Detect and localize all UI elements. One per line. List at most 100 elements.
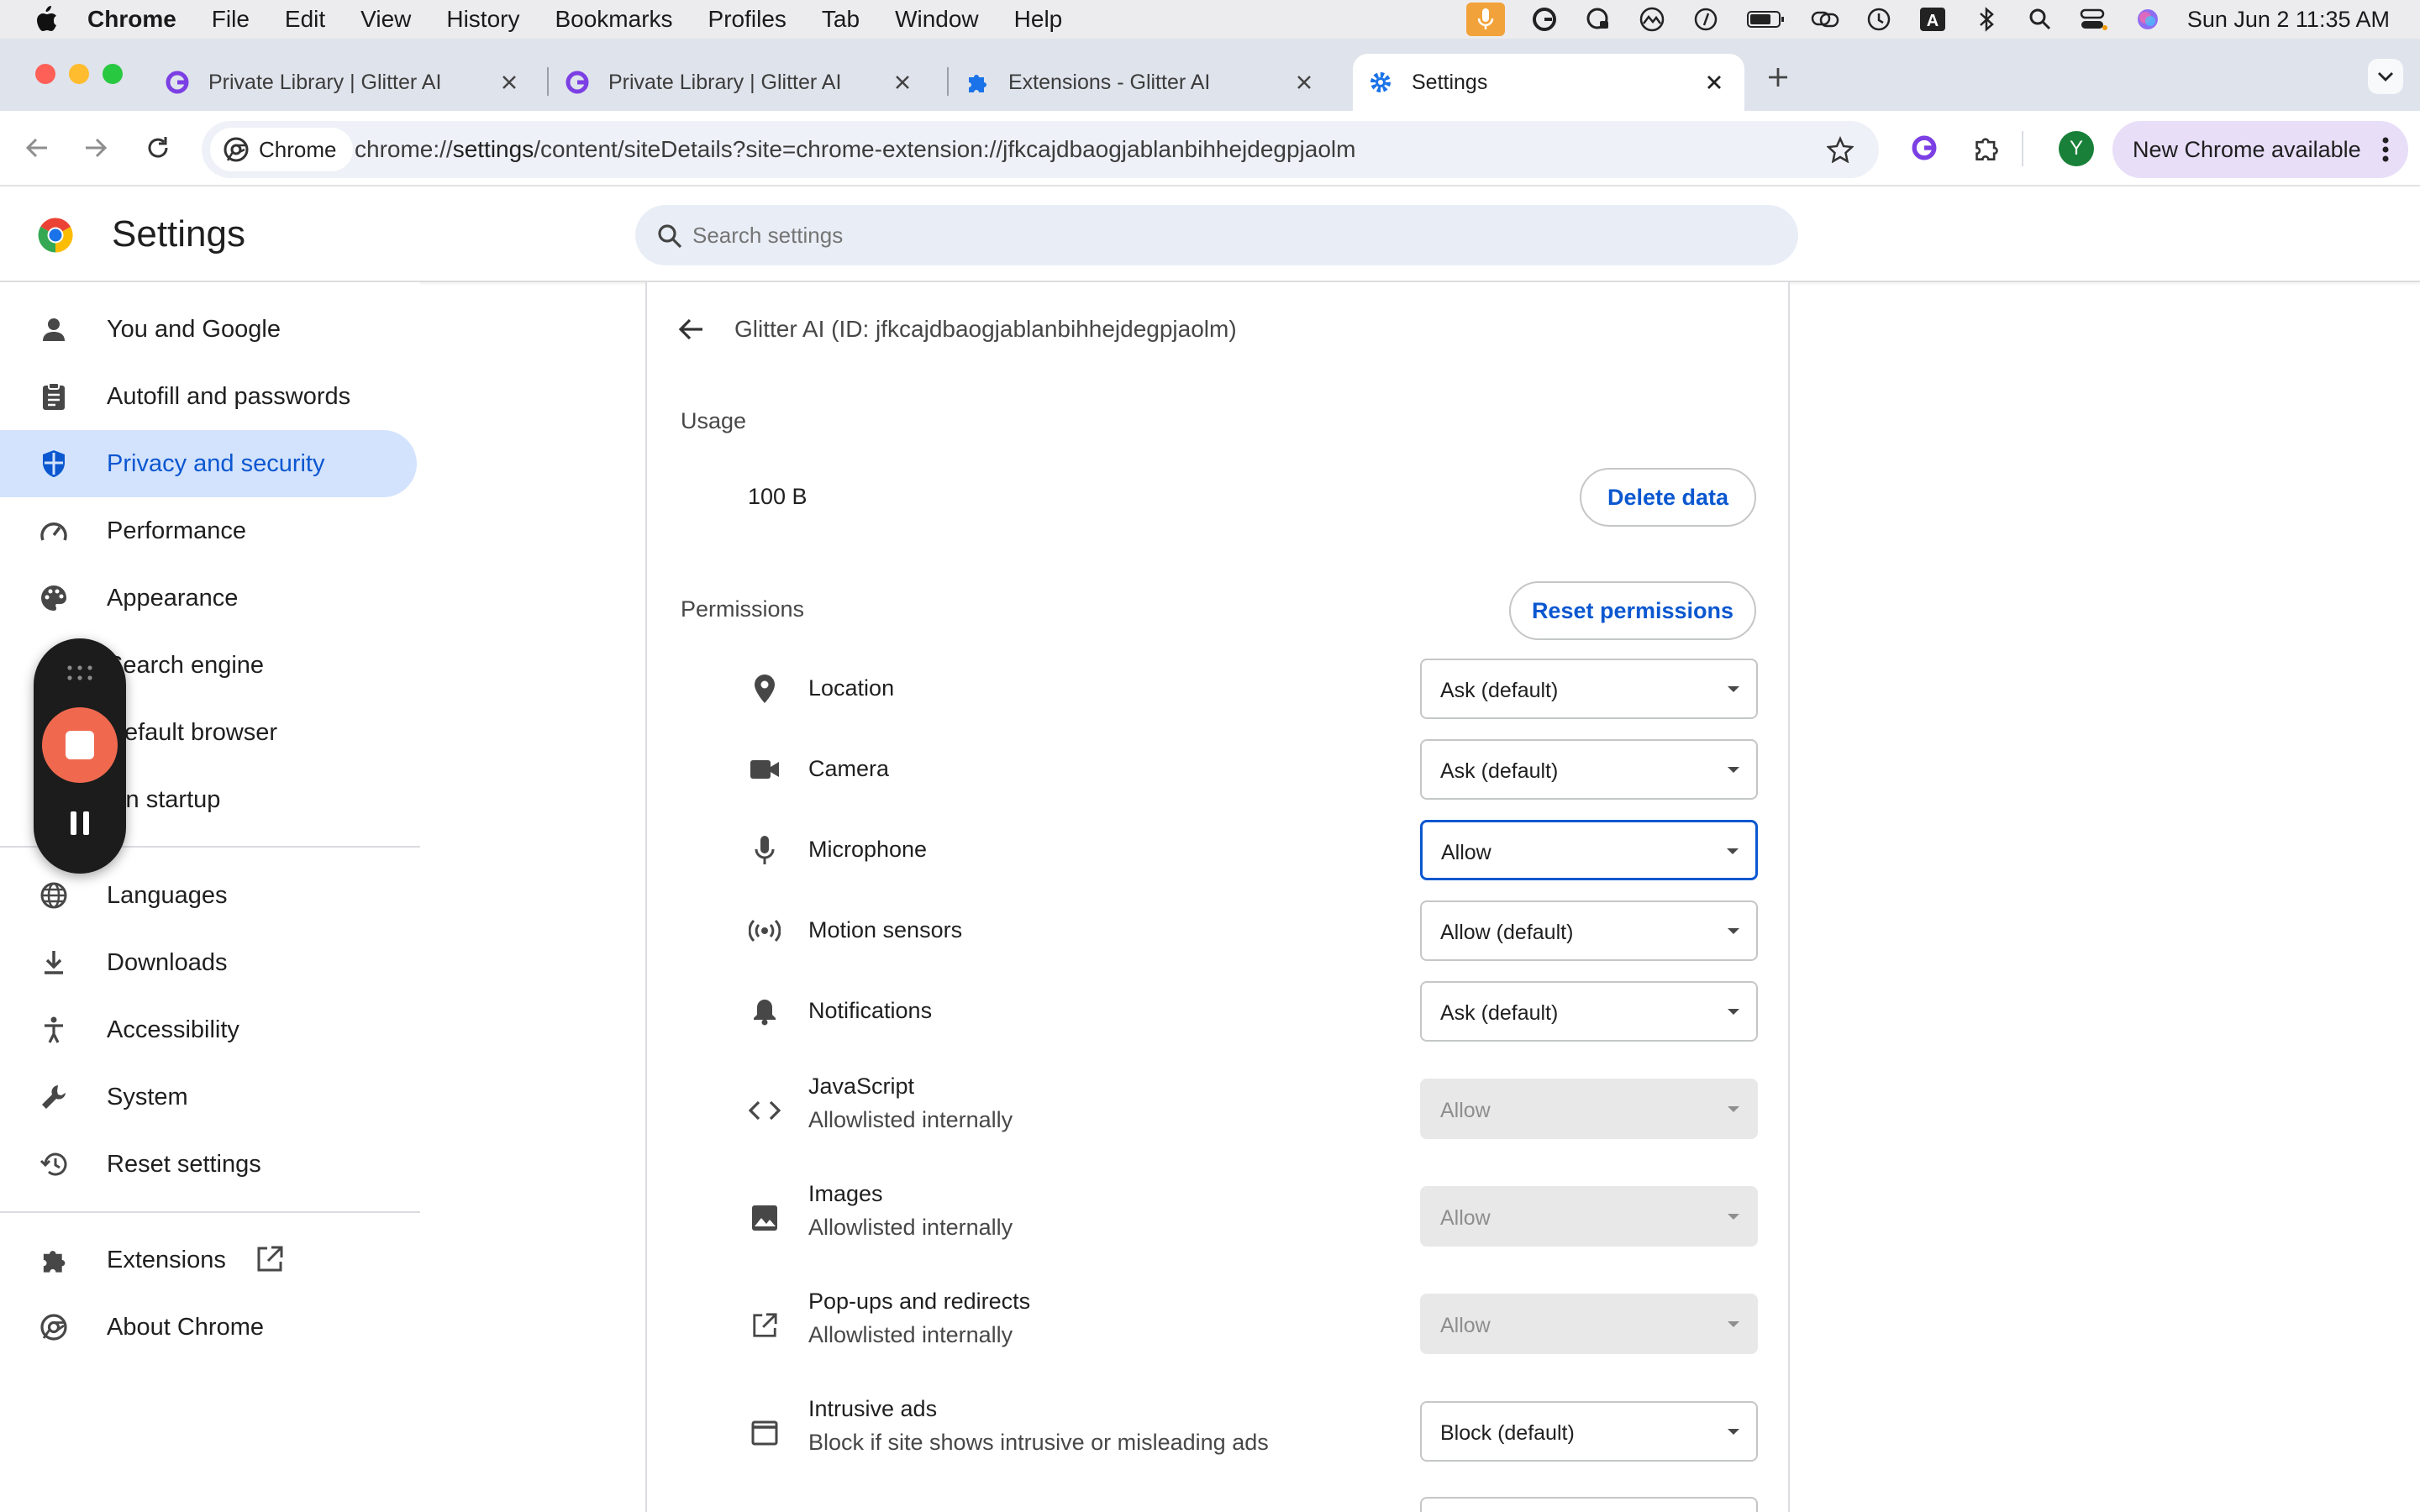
permission-name: Camera [808, 756, 890, 781]
tab-divider [547, 67, 549, 96]
time-machine-icon[interactable] [1865, 5, 1893, 34]
menu-app-name[interactable]: Chrome [87, 6, 176, 33]
bookmark-star-icon[interactable] [1823, 133, 1857, 166]
search-settings-input[interactable] [692, 218, 1701, 252]
sidebar-item-label: Search engine [107, 652, 265, 679]
partial-select[interactable] [1420, 1497, 1758, 1512]
activity-status-icon[interactable] [1638, 5, 1666, 34]
sidebar-item-languages[interactable]: Languages [0, 862, 417, 929]
tab-title: Extensions - Glitter AI [1008, 70, 1211, 94]
drag-handle-icon[interactable] [66, 664, 94, 682]
close-icon[interactable] [1292, 71, 1316, 94]
sidebar-item-downloads[interactable]: Downloads [0, 929, 417, 996]
glitter-extension-icon[interactable] [1907, 131, 1941, 165]
reload-icon[interactable] [141, 131, 175, 165]
kebab-menu-icon[interactable] [2381, 136, 2390, 169]
delete-data-button[interactable]: Delete data [1580, 468, 1756, 527]
permission-name: Motion sensors [808, 917, 963, 942]
window-zoom-button[interactable] [103, 64, 123, 84]
tab-private-library-2[interactable]: Private Library | Glitter AI [565, 54, 933, 111]
tab-settings[interactable]: Settings [1353, 54, 1744, 111]
back-arrow-icon[interactable] [674, 312, 708, 346]
sidebar-item-reset-settings[interactable]: Reset settings [0, 1131, 417, 1198]
sidebar-item-autofill[interactable]: Autofill and passwords [0, 363, 417, 430]
close-icon[interactable] [497, 71, 521, 94]
new-chrome-available-button[interactable]: New Chrome available [2112, 121, 2408, 178]
spotlight-search-icon[interactable] [2026, 5, 2054, 34]
notifications-select[interactable]: Ask (default) [1420, 981, 1758, 1042]
images-select[interactable]: Allow [1420, 1186, 1758, 1247]
control-center-icon[interactable] [2080, 5, 2108, 34]
intrusive-ads-select[interactable]: Block (default) [1420, 1401, 1758, 1462]
url-text[interactable]: chrome://settings/content/siteDetails?si… [355, 136, 1355, 163]
site-info-chip[interactable]: Chrome [210, 128, 354, 171]
reset-permissions-button[interactable]: Reset permissions [1509, 581, 1756, 640]
sidebar-item-extensions[interactable]: Extensions [0, 1226, 417, 1294]
select-value: Allow [1440, 1206, 1491, 1230]
microphone-select[interactable]: Allow [1420, 820, 1758, 880]
stop-recording-button[interactable] [42, 707, 118, 783]
battery-icon[interactable] [1745, 5, 1786, 34]
close-icon[interactable] [1702, 71, 1726, 94]
clipboard-icon [39, 381, 69, 412]
location-pin-icon [748, 672, 781, 706]
tab-extensions[interactable]: Extensions - Glitter AI [965, 54, 1334, 111]
camera-select[interactable]: Ask (default) [1420, 739, 1758, 800]
grammarly-status-icon[interactable] [1530, 5, 1559, 34]
apple-menu-icon[interactable] [32, 5, 60, 34]
menu-bookmarks[interactable]: Bookmarks [555, 6, 672, 33]
sidebar-item-label: Appearance [107, 585, 239, 612]
menu-help[interactable]: Help [1014, 6, 1063, 33]
tab-search-chevron-down-icon[interactable] [2368, 59, 2403, 94]
avatar[interactable]: Y [2059, 131, 2094, 166]
sidebar-divider [0, 1211, 420, 1213]
siri-icon[interactable] [2133, 5, 2162, 34]
location-select[interactable]: Ask (default) [1420, 659, 1758, 719]
sidebar-item-label: Accessibility [107, 1016, 239, 1043]
screen-recorder-widget[interactable] [34, 638, 126, 874]
link-status-icon[interactable] [1811, 5, 1839, 34]
pause-icon[interactable] [66, 806, 94, 840]
javascript-select[interactable]: Allow [1420, 1079, 1758, 1139]
window-close-button[interactable] [35, 64, 55, 84]
bluetooth-icon[interactable] [1972, 5, 2001, 34]
search-settings-box[interactable] [635, 205, 1798, 265]
sidebar-item-privacy-security[interactable]: Privacy and security [0, 430, 417, 497]
sidebar-item-appearance[interactable]: Appearance [0, 564, 417, 632]
dropdown-caret-icon [1727, 848, 1739, 854]
close-icon[interactable] [891, 71, 914, 94]
omnibox[interactable]: Chrome chrome://settings/content/siteDet… [202, 121, 1879, 178]
sidebar-item-about-chrome[interactable]: About Chrome [0, 1294, 417, 1361]
vpn-status-icon[interactable] [1584, 5, 1612, 34]
svg-text:A: A [1927, 12, 1939, 30]
window-icon [748, 1416, 781, 1450]
forward-arrow-icon[interactable] [79, 131, 113, 165]
status-area: A Sun Jun 2 11:35 AM [1441, 0, 2390, 39]
menu-tab[interactable]: Tab [822, 6, 860, 33]
menu-view[interactable]: View [360, 6, 411, 33]
permission-name: Notifications [808, 998, 933, 1023]
sidebar-item-label: Performance [107, 517, 247, 544]
back-arrow-icon[interactable] [20, 131, 54, 165]
timer-status-icon[interactable] [1691, 5, 1720, 34]
sidebar-item-performance[interactable]: Performance [0, 497, 417, 564]
menu-window[interactable]: Window [895, 6, 979, 33]
menu-edit[interactable]: Edit [285, 6, 325, 33]
sidebar-item-you-and-google[interactable]: You and Google [0, 296, 417, 363]
menu-profiles[interactable]: Profiles [708, 6, 786, 33]
menu-history[interactable]: History [446, 6, 519, 33]
menu-file[interactable]: File [212, 6, 250, 33]
download-icon [39, 948, 69, 978]
new-tab-icon[interactable] [1761, 60, 1795, 94]
microphone-status-icon[interactable] [1465, 3, 1505, 36]
input-source-icon[interactable]: A [1918, 5, 1947, 34]
tab-private-library-1[interactable]: Private Library | Glitter AI [165, 54, 539, 111]
popups-select[interactable]: Allow [1420, 1294, 1758, 1354]
window-minimize-button[interactable] [69, 64, 89, 84]
dropdown-caret-icon [1728, 767, 1739, 773]
sidebar-item-system[interactable]: System [0, 1063, 417, 1131]
extensions-puzzle-icon[interactable] [1970, 131, 2003, 165]
motion-sensors-select[interactable]: Allow (default) [1420, 900, 1758, 961]
sidebar-item-accessibility[interactable]: Accessibility [0, 996, 417, 1063]
clock[interactable]: Sun Jun 2 11:35 AM [2187, 7, 2390, 33]
